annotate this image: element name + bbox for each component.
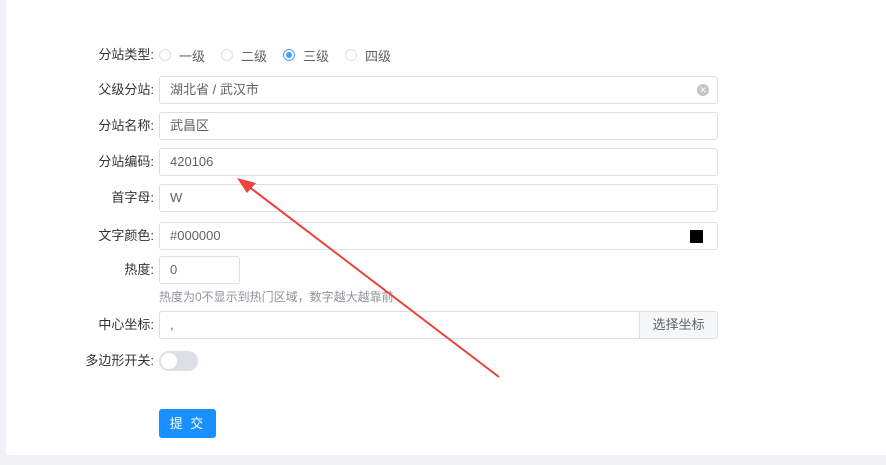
code-row: 分站编码: 420106 xyxy=(6,148,886,176)
color-input[interactable]: #000000 xyxy=(159,222,677,250)
type-row: 分站类型: 一级 二级 三级 四级 xyxy=(6,41,886,69)
type-radio-group: 一级 二级 三级 四级 xyxy=(159,41,407,69)
radio-level-4[interactable]: 四级 xyxy=(345,46,391,65)
form-panel: 分站类型: 一级 二级 三级 四级 父级分站: 湖北省 / 武汉市 ✕ 分站名称… xyxy=(6,0,886,455)
name-row: 分站名称: 武昌区 xyxy=(6,112,886,140)
code-label: 分站编码: xyxy=(98,154,154,169)
code-input[interactable]: 420106 xyxy=(159,148,718,176)
color-swatch-icon xyxy=(690,230,703,243)
polygon-label: 多边形开关: xyxy=(85,353,154,368)
parent-cascader[interactable]: 湖北省 / 武汉市 ✕ xyxy=(159,76,718,104)
switch-knob-icon xyxy=(161,353,177,369)
radio-circle-icon[interactable] xyxy=(159,49,171,61)
center-row: 中心坐标: , 选择坐标 xyxy=(6,311,886,339)
heat-input[interactable]: 0 xyxy=(159,256,240,284)
submit-button[interactable]: 提 交 xyxy=(159,409,216,438)
radio-label: 四级 xyxy=(365,48,392,64)
color-picker-button[interactable] xyxy=(676,222,718,250)
color-row: 文字颜色: #000000 xyxy=(6,222,886,250)
select-coordinate-button[interactable]: 选择坐标 xyxy=(639,311,718,339)
center-label: 中心坐标: xyxy=(98,317,154,332)
parent-value: 湖北省 / 武汉市 xyxy=(170,82,259,97)
color-label: 文字颜色: xyxy=(98,228,154,243)
name-label: 分站名称: xyxy=(98,118,154,133)
clear-icon[interactable]: ✕ xyxy=(697,84,709,96)
radio-label: 三级 xyxy=(303,48,330,64)
type-label: 分站类型: xyxy=(98,47,154,62)
heat-hint: 热度为0不显示到热门区域，数字越大越靠前 xyxy=(159,290,394,304)
parent-row: 父级分站: 湖北省 / 武汉市 ✕ xyxy=(6,76,886,104)
parent-label: 父级分站: xyxy=(98,82,154,97)
radio-level-1[interactable]: 一级 xyxy=(159,46,205,65)
name-input[interactable]: 武昌区 xyxy=(159,112,718,140)
radio-level-3[interactable]: 三级 xyxy=(283,46,329,65)
polygon-row: 多边形开关: xyxy=(6,347,886,375)
initial-input[interactable]: W xyxy=(159,184,718,212)
polygon-switch[interactable] xyxy=(159,351,198,371)
initial-label: 首字母: xyxy=(111,190,154,205)
heat-label: 热度: xyxy=(124,262,154,277)
center-input[interactable]: , xyxy=(159,311,640,339)
initial-row: 首字母: W xyxy=(6,184,886,212)
heat-row: 热度: 0 xyxy=(6,256,886,284)
radio-circle-icon[interactable] xyxy=(345,49,358,61)
radio-level-2[interactable]: 二级 xyxy=(221,46,267,65)
radio-circle-icon[interactable] xyxy=(221,49,234,61)
radio-checked-icon[interactable] xyxy=(283,49,296,61)
radio-label: 二级 xyxy=(241,48,268,64)
radio-label: 一级 xyxy=(179,48,206,64)
